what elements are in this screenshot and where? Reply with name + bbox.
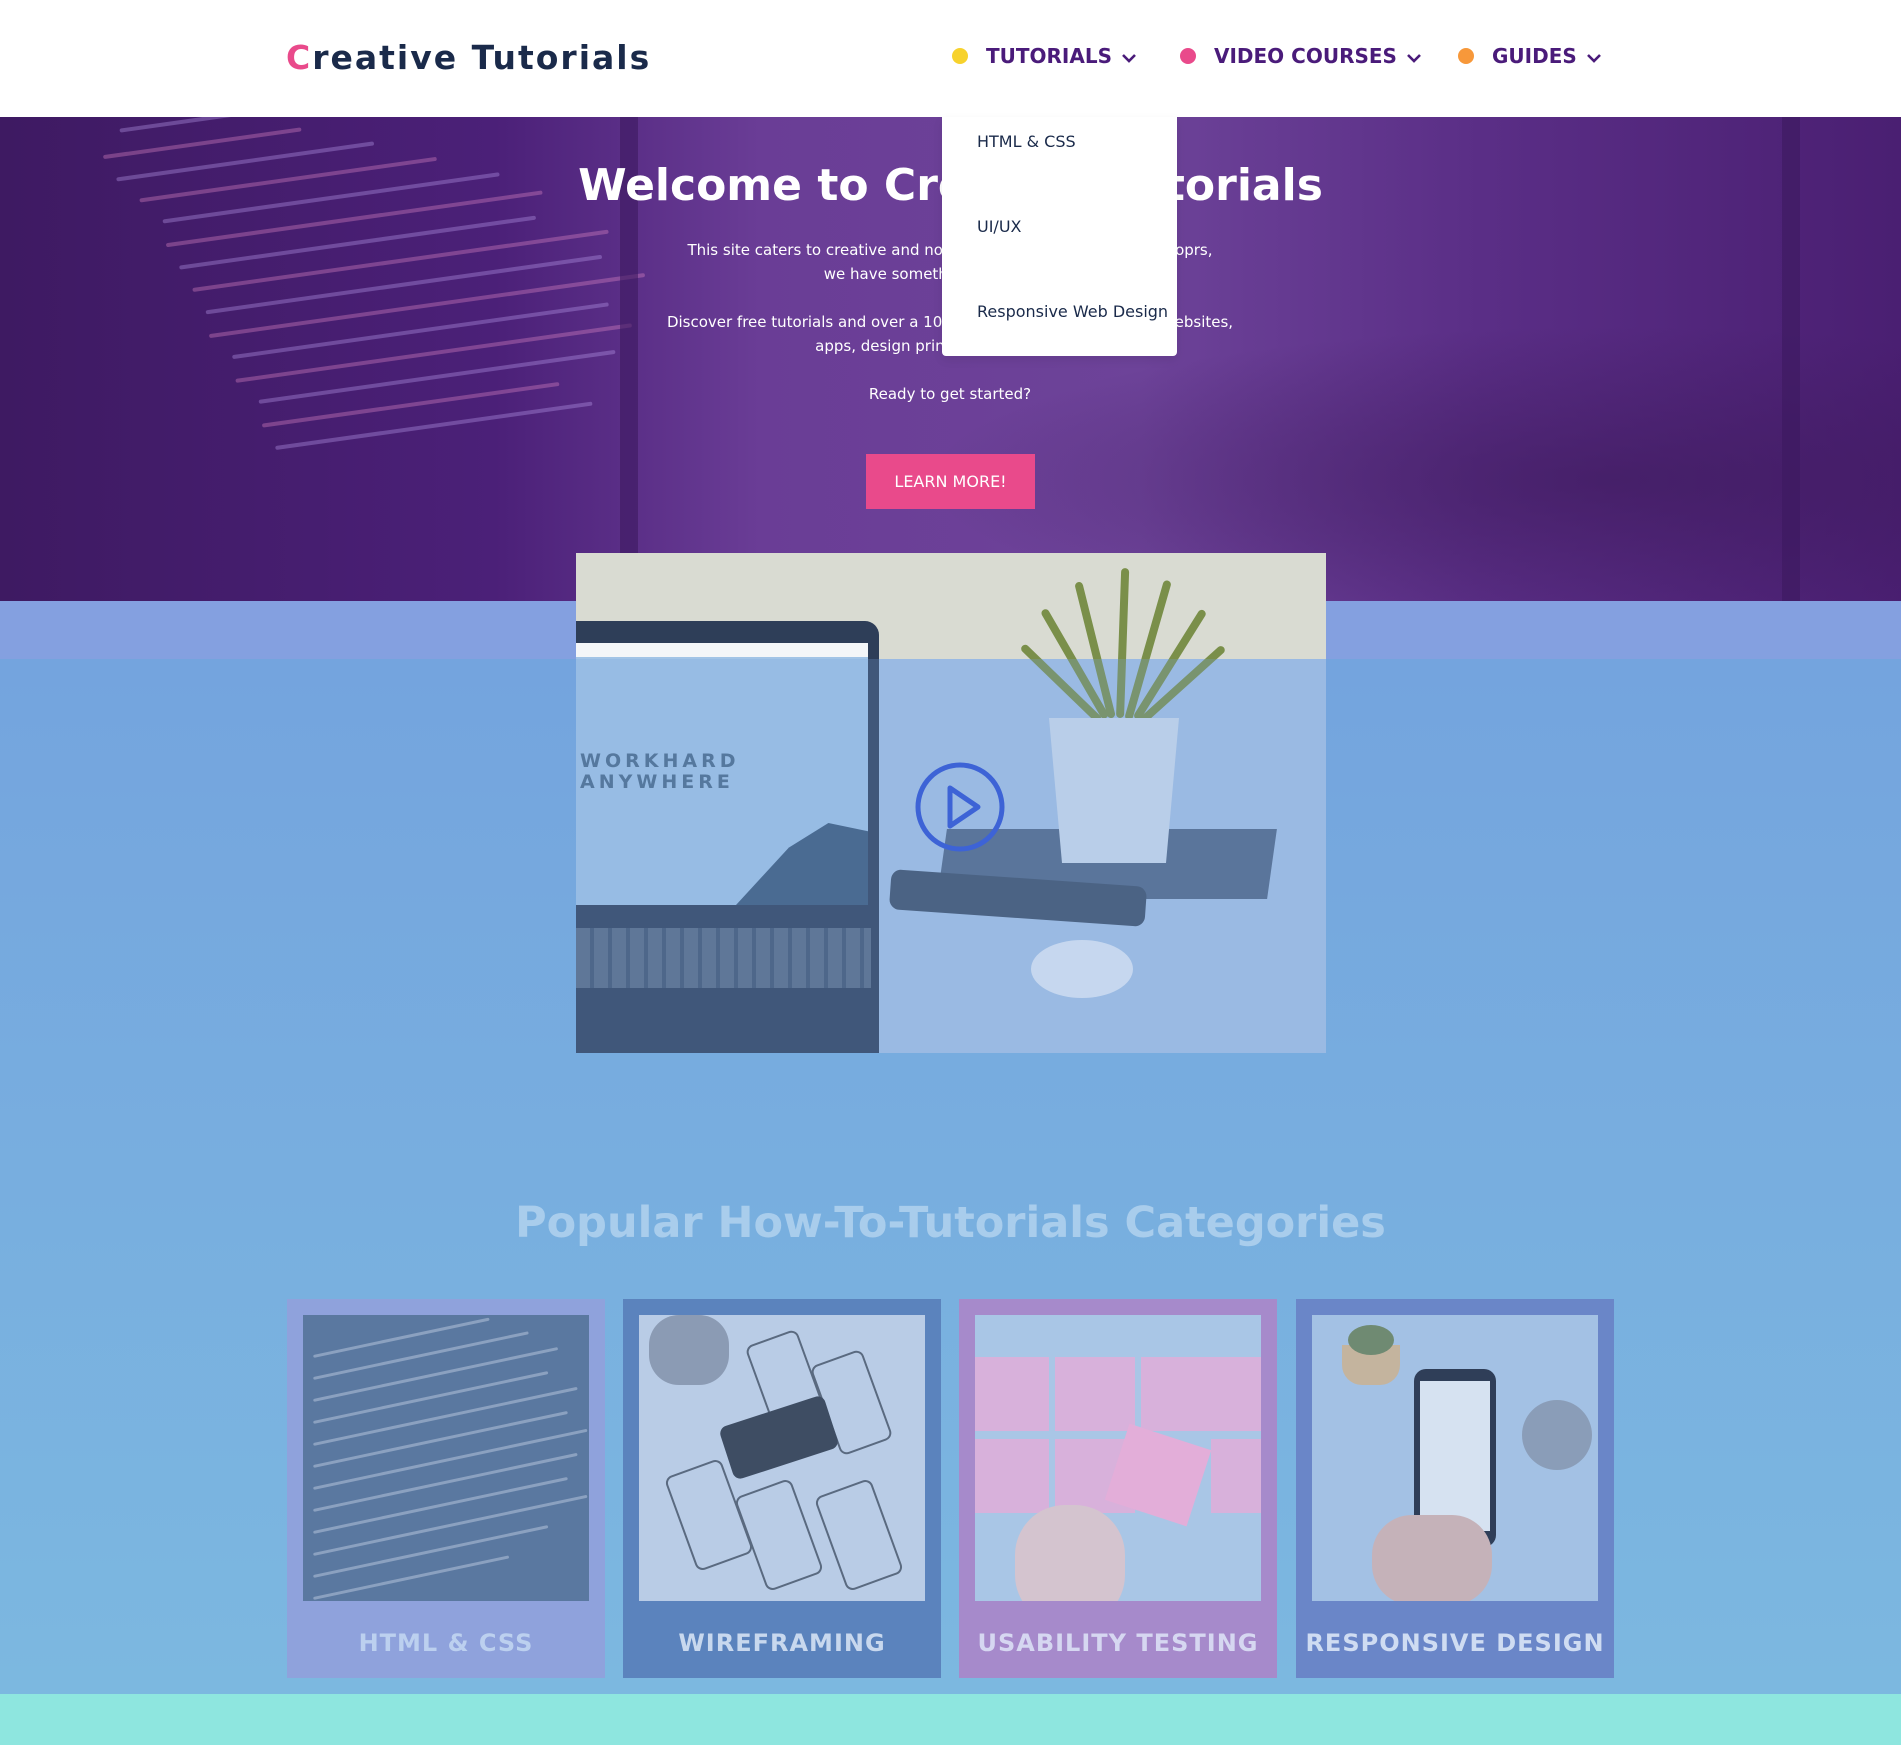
dropdown-item-ui-ux[interactable]: UI/UX: [977, 217, 1022, 236]
category-label: USABILITY TESTING: [977, 1629, 1259, 1657]
site-header: Creative Tutorials TUTORIALS VIDEO COURS…: [0, 0, 1901, 117]
nav-dot-pink: [1180, 48, 1196, 64]
logo-text: reative Tutorials: [312, 38, 652, 77]
dropdown-item-responsive-web-design[interactable]: Responsive Web Design: [977, 302, 1168, 321]
category-image-code: [303, 1315, 589, 1601]
logo-initial: C: [286, 38, 313, 77]
category-card-html-css[interactable]: HTML & CSS: [287, 1299, 605, 1678]
chevron-down-icon: [1586, 44, 1601, 68]
play-circle-icon[interactable]: [915, 762, 1005, 852]
category-label: WIREFRAMING: [678, 1629, 886, 1657]
tutorials-dropdown-menu: HTML & CSS UI/UX Responsive Web Design: [942, 117, 1177, 356]
category-image-wireframes: [639, 1315, 925, 1601]
categories-title: Popular How-To-Tutorials Categories: [515, 1198, 1386, 1248]
category-label: HTML & CSS: [358, 1629, 534, 1657]
site-logo[interactable]: Creative Tutorials: [286, 38, 651, 77]
learn-more-button[interactable]: LEARN MORE!: [866, 454, 1035, 509]
chevron-down-icon: [1407, 44, 1421, 68]
category-label: RESPONSIVE DESIGN: [1305, 1629, 1605, 1657]
nav-dot-orange: [1458, 48, 1474, 64]
nav-guides[interactable]: GUIDES: [1458, 44, 1601, 68]
nav-video-courses-label: VIDEO COURSES: [1214, 44, 1397, 68]
nav-tutorials-label: TUTORIALS: [986, 44, 1112, 68]
nav-dot-yellow: [952, 48, 968, 64]
category-card-responsive-design[interactable]: RESPONSIVE DESIGN: [1296, 1299, 1614, 1678]
dropdown-item-html-css[interactable]: HTML & CSS: [977, 132, 1076, 151]
category-image-sticky-notes: [975, 1315, 1261, 1601]
nav-video-courses[interactable]: VIDEO COURSES: [1180, 44, 1421, 68]
hero-text-line-5: Ready to get started?: [868, 385, 1032, 403]
nav-tutorials[interactable]: TUTORIALS: [952, 44, 1136, 68]
intro-video[interactable]: WORKHARD ANYWHERE: [576, 553, 1326, 1053]
nav-guides-label: GUIDES: [1492, 44, 1577, 68]
chevron-down-icon: [1122, 44, 1136, 68]
footer-band: [0, 1694, 1901, 1745]
category-card-usability-testing[interactable]: USABILITY TESTING: [959, 1299, 1277, 1678]
category-card-wireframing[interactable]: WIREFRAMING: [623, 1299, 941, 1678]
category-image-smartphone: [1312, 1315, 1598, 1601]
